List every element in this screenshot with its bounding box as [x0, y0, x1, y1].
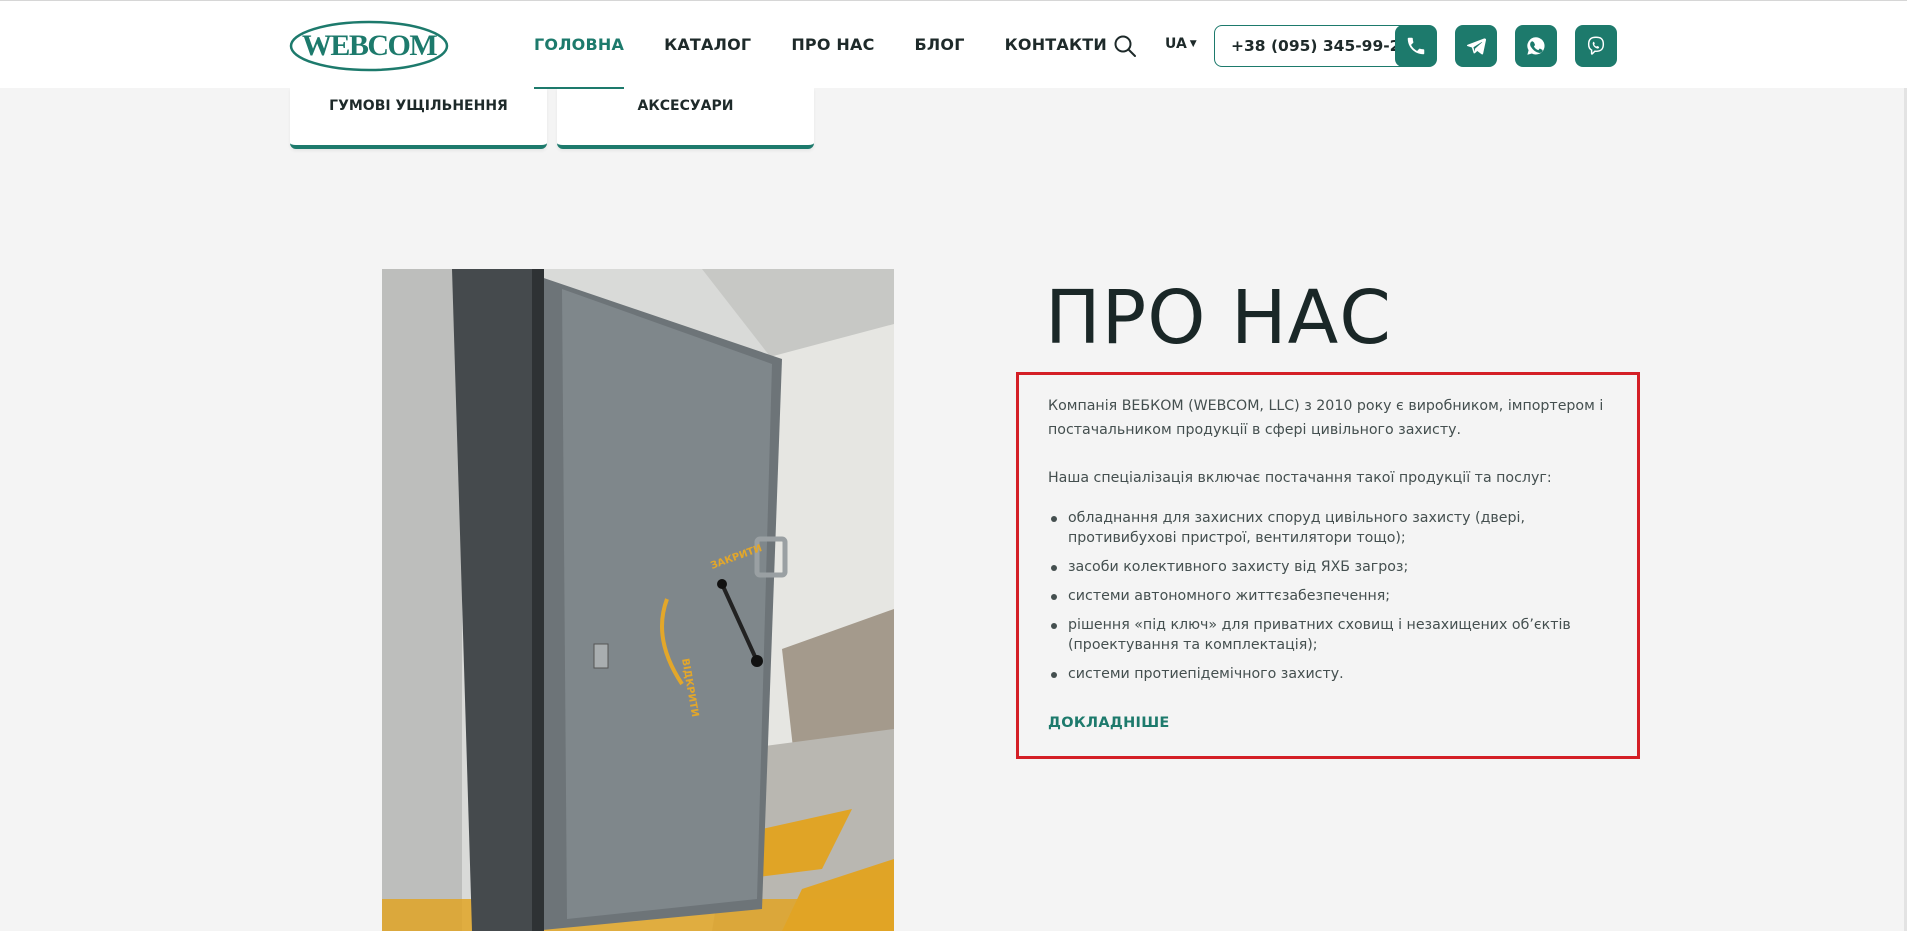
whatsapp-icon — [1527, 37, 1545, 55]
main-nav: ГОЛОВНА КАТАЛОГ ПРО НАС БЛОГ КОНТАКТИ — [534, 1, 1147, 89]
whatsapp-button[interactable] — [1515, 25, 1557, 67]
viber-icon — [1587, 36, 1605, 55]
phone-number[interactable]: +38 (095) 345-99-20 — [1231, 26, 1411, 66]
nav-contacts[interactable]: КОНТАКТИ — [1005, 1, 1107, 89]
language-label: UA — [1165, 36, 1187, 52]
nav-catalog[interactable]: КАТАЛОГ — [664, 1, 751, 89]
language-selector[interactable]: UA ▼ — [1165, 36, 1197, 52]
about-title: ПРО НАС — [1045, 275, 1392, 361]
about-intro: Компанія ВЕБКОМ (WEBCOM, LLC) з 2010 рок… — [1048, 398, 1604, 438]
phone-button[interactable] — [1395, 25, 1437, 67]
about-content: Компанія ВЕБКОМ (WEBCOM, LLC) з 2010 рок… — [1048, 394, 1608, 735]
list-item: рішення «під ключ» для приватних сховищ … — [1048, 615, 1608, 655]
svg-text:WEBCOM: WEBCOM — [302, 29, 438, 62]
telegram-icon — [1466, 38, 1487, 55]
about-spec-intro: Наша спеціалізація включає постачання та… — [1048, 470, 1552, 486]
category-label: АКСЕСУАРИ — [637, 98, 734, 114]
webcom-logo[interactable]: WEBCOM — [289, 20, 449, 72]
nav-home[interactable]: ГОЛОВНА — [534, 1, 625, 89]
about-text-box: Компанія ВЕБКОМ (WEBCOM, LLC) з 2010 рок… — [1016, 372, 1640, 759]
about-list: обладнання для захисних споруд цивільног… — [1048, 508, 1608, 684]
telegram-button[interactable] — [1455, 25, 1497, 67]
category-card-accessories[interactable]: АКСЕСУАРИ — [557, 88, 814, 149]
more-link[interactable]: ДОКЛАДНІШЕ — [1048, 711, 1170, 735]
list-item: засоби колективного захисту від ЯХБ загр… — [1048, 557, 1608, 577]
list-item: обладнання для захисних споруд цивільног… — [1048, 508, 1608, 548]
nav-blog[interactable]: БЛОГ — [915, 1, 965, 89]
site-header: WEBCOM ГОЛОВНА КАТАЛОГ ПРО НАС БЛОГ КОНТ… — [0, 0, 1907, 89]
phone-icon — [1407, 37, 1425, 55]
search-icon[interactable] — [1113, 34, 1137, 58]
list-item: системи протиепідемічного захисту. — [1048, 664, 1608, 684]
nav-about[interactable]: ПРО НАС — [791, 1, 874, 89]
category-card-rubber-seals[interactable]: ГУМОВІ УЩІЛЬНЕННЯ — [290, 88, 547, 149]
category-label: ГУМОВІ УЩІЛЬНЕННЯ — [329, 98, 508, 114]
about-photo: ЗАКРИТИ ВІДКРИТИ — [382, 269, 894, 931]
viber-button[interactable] — [1575, 25, 1617, 67]
chevron-down-icon: ▼ — [1189, 39, 1197, 49]
list-item: системи автономного життєзабезпечення; — [1048, 586, 1608, 606]
